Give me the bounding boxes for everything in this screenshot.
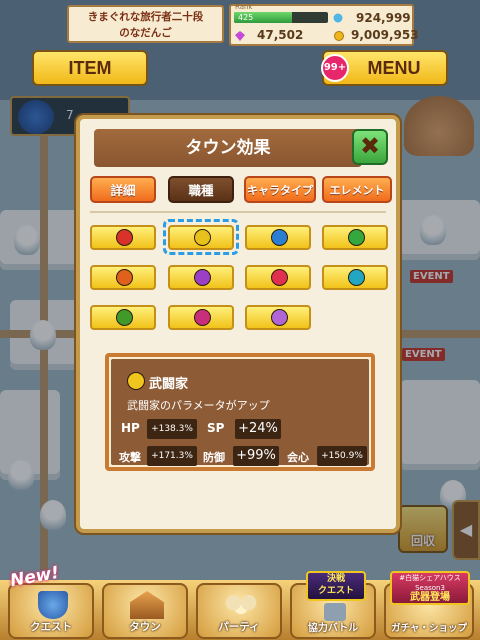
job-button[interactable] — [322, 225, 388, 250]
lance-icon — [271, 229, 288, 246]
tab-character-type[interactable]: キャラタイプ — [244, 176, 316, 203]
nav-label: パーティ — [218, 621, 260, 633]
dialog-title: タウン効果 — [94, 129, 362, 167]
whip-icon — [194, 309, 211, 326]
job-button[interactable] — [245, 225, 311, 250]
attack-label: 攻撃 — [119, 451, 141, 464]
sp-value: +24% — [235, 419, 281, 439]
claw-icon — [116, 309, 133, 326]
close-icon[interactable]: ✖ — [352, 129, 388, 165]
gacha-event-banner: #白猫シェアハウス Season3 武器登場 — [390, 571, 470, 605]
coop-event-banner: 決戦 クエスト — [306, 571, 366, 601]
nav-label: 協力バトル — [307, 623, 359, 634]
bottom-navigation: クエスト タウン パーティ 決戦 クエスト 協力バトル #白猫シェアハウス Se… — [0, 571, 480, 640]
tab-details[interactable]: 詳細 — [90, 176, 156, 203]
axe-icon — [348, 229, 365, 246]
player-name-line2: のなだんご — [119, 27, 172, 39]
gold-count: 9,009,953 — [351, 28, 419, 42]
quest-shield-icon — [38, 591, 68, 619]
critical-label: 会心 — [287, 451, 309, 464]
defense-value: +99% — [233, 446, 279, 466]
menu-notification-badge: 99+ — [321, 54, 349, 82]
book-icon — [271, 309, 288, 326]
job-button[interactable] — [90, 225, 156, 250]
job-button[interactable] — [90, 305, 156, 330]
selected-job-highlight — [163, 219, 239, 255]
nav-label: クエスト — [30, 621, 72, 633]
gun-icon — [348, 269, 365, 286]
sp-label: SP — [207, 421, 225, 435]
job-button[interactable] — [245, 265, 311, 290]
bow-icon — [116, 269, 133, 286]
rank-value: 425 — [238, 13, 254, 22]
gem-icon — [235, 31, 245, 41]
rank-bar: 425 — [234, 12, 328, 23]
coop-banner-line2: クエスト — [317, 586, 354, 596]
town-icon — [130, 591, 164, 619]
nav-label: タウン — [129, 621, 161, 633]
gacha-banner-line1: #白猫シェアハウス — [399, 574, 461, 582]
hp-label: HP — [121, 421, 140, 435]
nav-coop-battle[interactable]: 決戦 クエスト 協力バトル — [290, 571, 376, 639]
gacha-banner-line3: 武器登場 — [410, 592, 450, 603]
nav-label: ガチャ・ショップ — [391, 623, 467, 634]
item-button[interactable]: ITEM — [32, 50, 148, 86]
critical-value: +150.9% — [317, 446, 367, 466]
job-info-inner: 武闘家 武闘家のパラメータがアップ HP +138.3% SP +24% 攻撃 … — [111, 359, 369, 466]
stamina-value: 924,999 — [356, 11, 411, 25]
status-panel: Rank 425 924,999 47,502 9,009,953 — [229, 3, 419, 46]
stamina-drop-icon — [333, 13, 343, 23]
job-button[interactable] — [168, 265, 234, 290]
sword-icon — [116, 229, 133, 246]
job-button[interactable] — [168, 305, 234, 330]
job-button[interactable] — [322, 265, 388, 290]
job-button[interactable] — [90, 265, 156, 290]
nav-town[interactable]: タウン — [102, 583, 188, 639]
rank-label: Rank — [235, 3, 253, 11]
gold-coin-icon — [334, 31, 344, 41]
player-name-line1: きまぐれな旅行者二十段 — [87, 11, 204, 23]
job-info-panel: 武闘家 武闘家のパラメータがアップ HP +138.3% SP +24% 攻撃 … — [105, 353, 375, 471]
defense-label: 防御 — [203, 451, 225, 464]
tab-job-type[interactable]: 職種 — [168, 176, 234, 203]
coop-banner-line1: 決戦 — [326, 574, 345, 584]
fist-icon — [127, 372, 145, 390]
nav-party[interactable]: パーティ — [196, 583, 282, 639]
hammer-icon — [271, 269, 288, 286]
divider — [90, 211, 386, 213]
job-description: 武闘家のパラメータがアップ — [127, 399, 270, 412]
player-name-box[interactable]: きまぐれな旅行者二十段 のなだんご — [67, 5, 224, 43]
job-button[interactable] — [245, 305, 311, 330]
tab-element[interactable]: エレメント — [322, 176, 392, 203]
hp-value: +138.3% — [147, 419, 197, 439]
nav-quest[interactable]: クエスト — [8, 583, 94, 639]
party-icon — [222, 593, 260, 617]
job-title: 武闘家 — [149, 377, 189, 392]
staff-icon — [194, 269, 211, 286]
nav-gacha-shop[interactable]: #白猫シェアハウス Season3 武器登場 ガチャ・ショップ — [384, 571, 474, 639]
attack-value: +171.3% — [147, 446, 197, 466]
gem-count: 47,502 — [257, 28, 304, 42]
